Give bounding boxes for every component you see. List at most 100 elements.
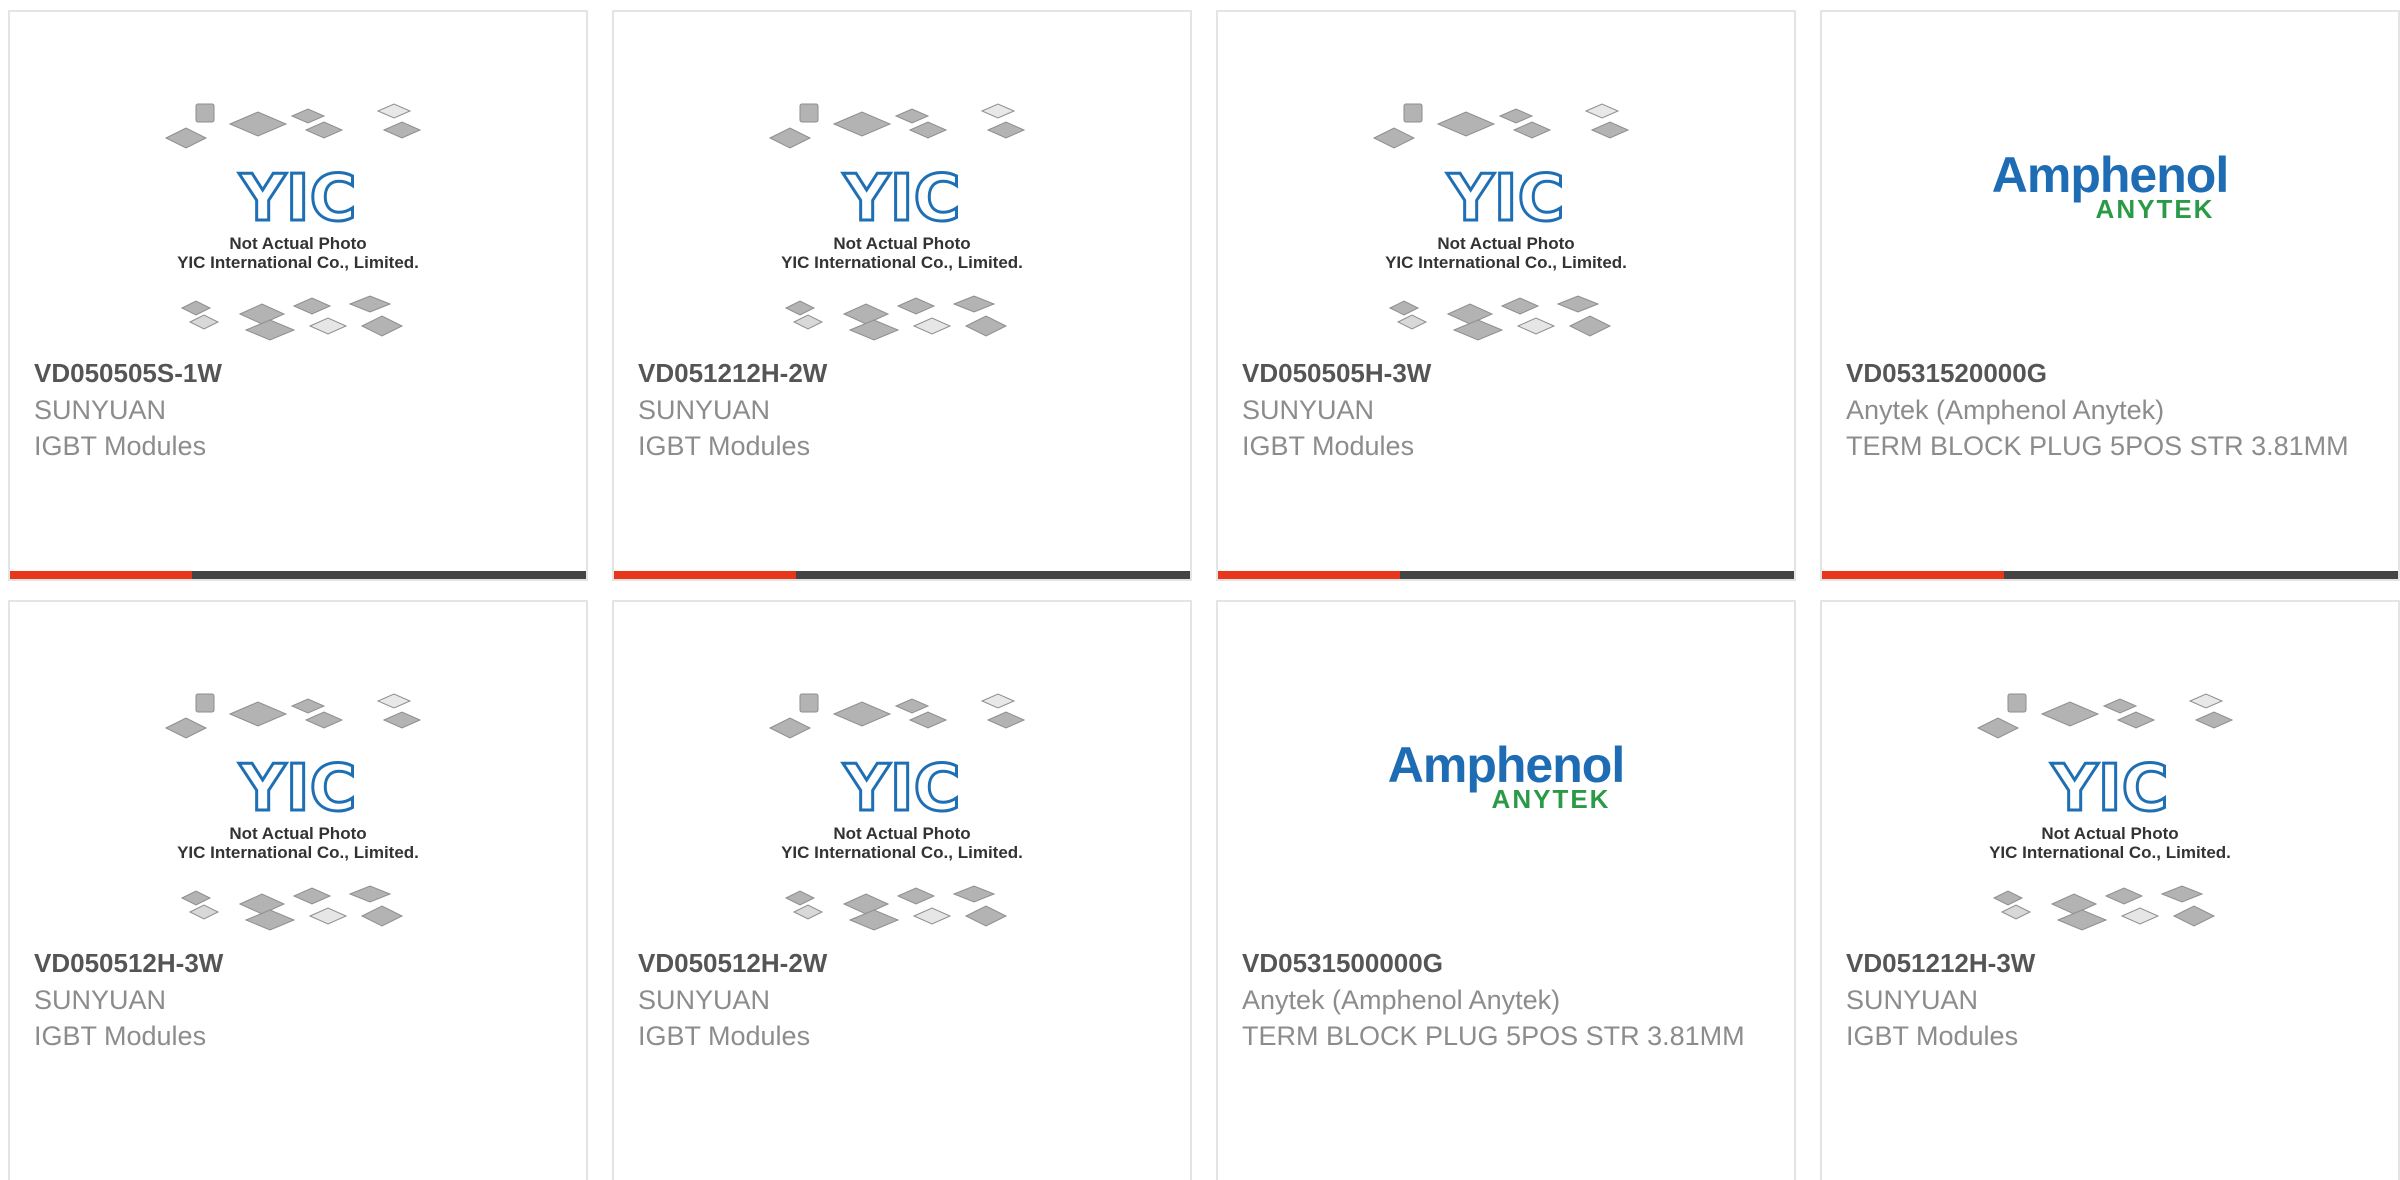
brand-sub: ANYTEK [1491,784,1611,814]
placeholder-line-1: Not Actual Photo [229,234,366,253]
part-number[interactable]: VD050505S-1W [34,354,562,392]
svg-text:YIC: YIC [238,162,356,236]
chip-icons-top [164,103,422,149]
product-description: TERM BLOCK PLUG 5POS STR 3.81MM [1846,431,2349,461]
yic-placeholder-image: YIC Not Actual Photo YIC International C… [768,103,1026,341]
yic-placeholder-image: YIC Not Actual Photo YIC International C… [1372,103,1630,341]
brand-sub: ANYTEK [2095,194,2215,224]
manufacturer: SUNYUAN [34,985,167,1015]
part-number[interactable]: VD050512H-2W [638,944,1166,982]
yic-placeholder-image: YIC Not Actual Photo YIC International C… [164,103,422,341]
chip-icons-bottom [1388,295,1612,341]
placeholder-line-1: Not Actual Photo [1437,234,1574,253]
amphenol-anytek-logo: Amphenol ANYTEK [1822,150,2398,222]
product-image[interactable]: YIC Not Actual Photo YIC International C… [10,602,586,932]
product-info: VD050505S-1W SUNYUAN IGBT Modules [34,354,562,464]
manufacturer: SUNYUAN [1242,395,1375,425]
card-bottom-bar [1218,571,1794,579]
product-card[interactable]: YIC Not Actual Photo YIC International C… [1216,10,1796,581]
product-info: VD0531520000G Anytek (Amphenol Anytek) T… [1846,354,2374,464]
product-image[interactable]: YIC Not Actual Photo YIC International C… [614,12,1190,342]
chip-icons-top [768,103,1026,149]
product-image[interactable]: YIC Not Actual Photo YIC International C… [1218,12,1794,342]
svg-text:YIC: YIC [842,162,960,236]
placeholder-line-2: YIC International Co., Limited. [1385,253,1627,272]
product-description: IGBT Modules [1846,1021,2019,1051]
product-info: VD051212H-2W SUNYUAN IGBT Modules [638,354,1166,464]
part-number[interactable]: VD050512H-3W [34,944,562,982]
product-info: VD050512H-2W SUNYUAN IGBT Modules [638,944,1166,1054]
product-image[interactable]: Amphenol ANYTEK [1218,602,1794,932]
svg-text:YIC: YIC [2050,752,2168,826]
product-card[interactable]: YIC Not Actual Photo YIC International C… [1820,600,2400,1180]
manufacturer: SUNYUAN [34,395,167,425]
yic-logo: YIC [237,161,358,238]
svg-text:YIC: YIC [238,752,356,826]
product-image[interactable]: Amphenol ANYTEK [1822,12,2398,342]
card-bottom-bar [1822,571,2398,579]
placeholder-line-1: Not Actual Photo [833,824,970,843]
part-number[interactable]: VD0531520000G [1846,354,2374,392]
product-card[interactable]: YIC Not Actual Photo YIC International C… [612,10,1192,581]
product-info: VD051212H-3W SUNYUAN IGBT Modules [1846,944,2374,1054]
product-grid: YIC Not Actual Photo YIC International C… [0,0,2400,1180]
product-info: VD0531500000G Anytek (Amphenol Anytek) T… [1242,944,1770,1054]
product-image[interactable]: YIC Not Actual Photo YIC International C… [10,12,586,342]
product-card[interactable]: YIC Not Actual Photo YIC International C… [612,600,1192,1180]
product-description: IGBT Modules [638,431,811,461]
product-info: VD050505H-3W SUNYUAN IGBT Modules [1242,354,1770,464]
part-number[interactable]: VD050505H-3W [1242,354,1770,392]
product-info: VD050512H-3W SUNYUAN IGBT Modules [34,944,562,1054]
placeholder-line-2: YIC International Co., Limited. [781,253,1023,272]
product-card[interactable]: Amphenol ANYTEK VD0531500000G Anytek (Am… [1216,600,1796,1180]
product-description: IGBT Modules [1242,431,1415,461]
product-card[interactable]: YIC Not Actual Photo YIC International C… [8,600,588,1180]
part-number[interactable]: VD051212H-2W [638,354,1166,392]
manufacturer: Anytek (Amphenol Anytek) [1242,985,1561,1015]
amphenol-anytek-logo: Amphenol ANYTEK [1218,740,1794,812]
product-image[interactable]: YIC Not Actual Photo YIC International C… [1822,602,2398,932]
part-number[interactable]: VD0531500000G [1242,944,1770,982]
card-bottom-bar [10,571,586,579]
part-number[interactable]: VD051212H-3W [1846,944,2374,982]
chip-icons-bottom [784,885,1008,931]
card-bottom-bar [614,571,1190,579]
manufacturer: Anytek (Amphenol Anytek) [1846,395,2165,425]
yic-logo: YIC [2049,751,2170,828]
svg-text:YIC: YIC [1446,162,1564,236]
manufacturer: SUNYUAN [638,395,771,425]
yic-logo: YIC [841,161,962,238]
svg-text:YIC: YIC [842,752,960,826]
chip-icons-bottom [180,295,404,341]
card-accent-bar [10,571,192,579]
placeholder-line-1: Not Actual Photo [833,234,970,253]
chip-icons-top [1372,103,1630,149]
placeholder-line-2: YIC International Co., Limited. [177,843,419,862]
placeholder-line-2: YIC International Co., Limited. [177,253,419,272]
brand-name: Amphenol [1991,147,2229,203]
product-description: IGBT Modules [34,1021,207,1051]
yic-placeholder-image: YIC Not Actual Photo YIC International C… [1976,693,2234,931]
placeholder-line-2: YIC International Co., Limited. [781,843,1023,862]
product-card[interactable]: YIC Not Actual Photo YIC International C… [8,10,588,581]
chip-icons-top [1976,693,2234,739]
product-card[interactable]: Amphenol ANYTEK VD0531520000G Anytek (Am… [1820,10,2400,581]
card-accent-bar [614,571,796,579]
yic-logo: YIC [237,751,358,828]
brand-name: Amphenol [1387,737,1625,793]
yic-placeholder-image: YIC Not Actual Photo YIC International C… [768,693,1026,931]
yic-logo: YIC [841,751,962,828]
product-description: IGBT Modules [638,1021,811,1051]
yic-placeholder-image: YIC Not Actual Photo YIC International C… [164,693,422,931]
product-description: IGBT Modules [34,431,207,461]
manufacturer: SUNYUAN [638,985,771,1015]
placeholder-line-2: YIC International Co., Limited. [1989,843,2231,862]
product-image[interactable]: YIC Not Actual Photo YIC International C… [614,602,1190,932]
yic-logo: YIC [1445,161,1566,238]
card-accent-bar [1218,571,1400,579]
chip-icons-top [164,693,422,739]
manufacturer: SUNYUAN [1846,985,1979,1015]
chip-icons-bottom [784,295,1008,341]
placeholder-line-1: Not Actual Photo [229,824,366,843]
chip-icons-bottom [1992,885,2216,931]
